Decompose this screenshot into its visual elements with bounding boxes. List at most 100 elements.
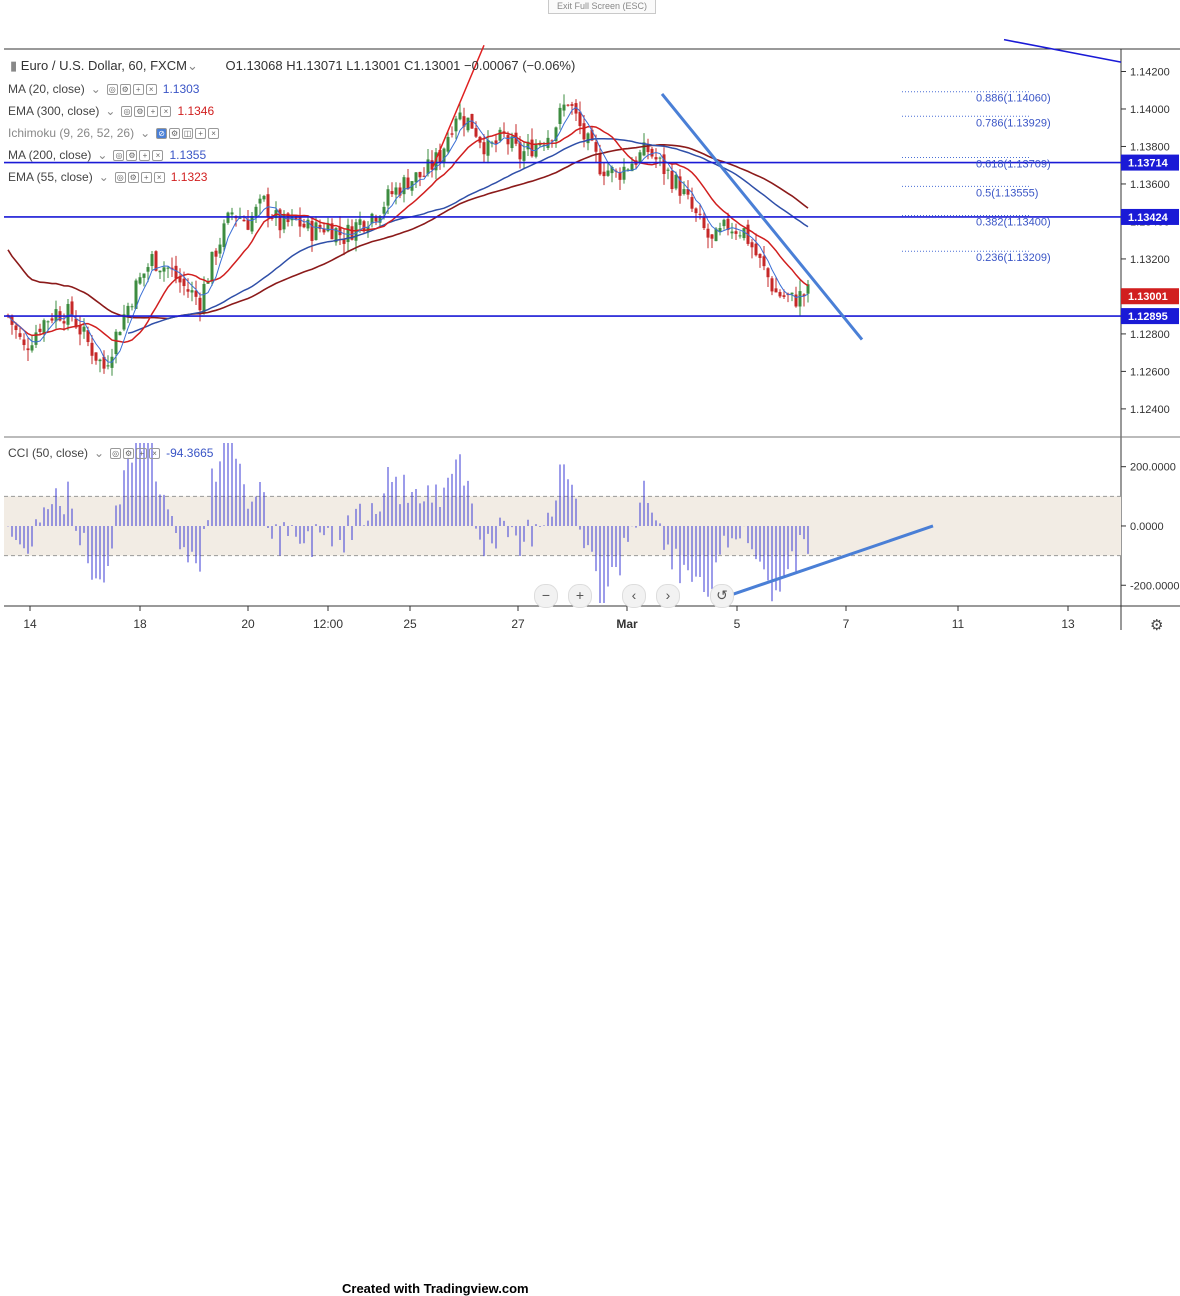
candle-body bbox=[754, 243, 758, 256]
candle-body bbox=[242, 219, 246, 222]
zoom-in-button[interactable]: + bbox=[568, 584, 592, 608]
candle-body bbox=[706, 228, 710, 238]
legend-controls[interactable]: ◎ ⚙ + × bbox=[121, 105, 172, 117]
candle-body bbox=[90, 342, 94, 356]
time-tick-label: 11 bbox=[952, 617, 965, 631]
candle-body bbox=[474, 128, 478, 137]
candle-body bbox=[506, 135, 510, 145]
candle-body bbox=[262, 195, 266, 200]
legend-controls[interactable]: ◎ ⚙ + × bbox=[106, 83, 157, 95]
candle-body bbox=[426, 159, 430, 174]
candle-body bbox=[698, 213, 702, 215]
candle-body bbox=[730, 231, 734, 234]
candle-body bbox=[710, 234, 714, 239]
indicator-legend-ma200[interactable]: MA (200, close) ⌄ ◎ ⚙ + × 1.1355 bbox=[8, 148, 206, 162]
candle-body bbox=[254, 206, 258, 216]
candle-body bbox=[94, 352, 98, 361]
reset-chart-button[interactable]: ↺ bbox=[710, 584, 734, 608]
candle-body bbox=[498, 129, 502, 141]
candle-body bbox=[790, 292, 794, 295]
candle-body bbox=[50, 318, 54, 321]
indicator-legend-cci[interactable]: CCI (50, close) ⌄ ◎ ⚙ + × -94.3665 bbox=[8, 446, 213, 460]
candle-body bbox=[422, 175, 426, 177]
candle-body bbox=[666, 169, 670, 171]
price-tick-label: 1.14200 bbox=[1130, 66, 1170, 78]
price-tick-label: 1.13200 bbox=[1130, 254, 1170, 266]
candle-body bbox=[558, 107, 562, 124]
candle-body bbox=[218, 244, 222, 254]
candle-body bbox=[382, 206, 386, 214]
price-label-text: 1.13424 bbox=[1128, 212, 1169, 224]
indicator-legend-ema55[interactable]: EMA (55, close) ⌄ ◎ ⚙ + × 1.1323 bbox=[8, 170, 207, 184]
candle-body bbox=[354, 222, 358, 241]
candle-body bbox=[394, 187, 398, 195]
candle-body bbox=[78, 325, 82, 335]
candle-body bbox=[722, 219, 726, 227]
candle-body bbox=[762, 256, 766, 267]
candle-body bbox=[182, 278, 186, 287]
candle-body bbox=[18, 333, 22, 337]
candle-body bbox=[798, 291, 802, 307]
legend-controls[interactable]: ◎ ⚙ + × bbox=[110, 447, 161, 459]
candle-body bbox=[482, 142, 486, 155]
candle-body bbox=[466, 117, 470, 131]
candle-body bbox=[98, 359, 102, 362]
candle-body bbox=[402, 177, 406, 195]
ema300-line bbox=[127, 137, 809, 334]
candle-body bbox=[46, 321, 50, 323]
indicator-legend-ema300[interactable]: EMA (300, close) ⌄ ◎ ⚙ + × 1.1346 bbox=[8, 104, 214, 118]
candle-body bbox=[602, 171, 606, 177]
candle-body bbox=[130, 306, 134, 308]
candle-body bbox=[346, 224, 350, 243]
candle-body bbox=[586, 133, 590, 144]
candle-body bbox=[310, 220, 314, 241]
gear-icon[interactable]: ⚙ bbox=[1150, 616, 1163, 634]
zoom-out-button[interactable]: − bbox=[534, 584, 558, 608]
candle-body bbox=[758, 253, 762, 258]
candle-body bbox=[30, 345, 34, 351]
settings-small-icon[interactable]: ▮ bbox=[10, 58, 17, 73]
time-tick-label: 18 bbox=[133, 617, 147, 631]
candle-body bbox=[562, 104, 566, 111]
symbol-header: ▮ Euro / U.S. Dollar, 60, FXCM⌄ O1.13068… bbox=[10, 58, 576, 73]
candle-body bbox=[702, 216, 706, 229]
candle-body bbox=[42, 320, 46, 334]
time-tick-label: 5 bbox=[734, 617, 741, 631]
candle-body bbox=[734, 231, 738, 234]
price-label-text: 1.13714 bbox=[1128, 158, 1169, 170]
candle-body bbox=[362, 221, 366, 231]
candle-body bbox=[522, 151, 526, 161]
legend-controls[interactable]: ◎ ⚙ + × bbox=[113, 149, 164, 161]
price-tick-label: 1.12400 bbox=[1130, 404, 1170, 416]
candle-body bbox=[214, 250, 218, 257]
scroll-right-button[interactable]: › bbox=[656, 584, 680, 608]
candle-body bbox=[246, 219, 250, 230]
candle-body bbox=[186, 289, 190, 292]
scroll-left-button[interactable]: ‹ bbox=[622, 584, 646, 608]
candle-body bbox=[174, 265, 178, 279]
indicator-legend-ma20[interactable]: MA (20, close) ⌄ ◎ ⚙ + × 1.1303 bbox=[8, 82, 199, 96]
symbol-title[interactable]: Euro / U.S. Dollar, 60, FXCM bbox=[21, 58, 187, 73]
fib-level-label: 0.786(1.13929) bbox=[976, 117, 1051, 129]
candle-body bbox=[138, 277, 142, 284]
candle-body bbox=[570, 104, 574, 106]
candle-body bbox=[118, 331, 122, 336]
ma20-line bbox=[7, 106, 809, 363]
candle-body bbox=[266, 194, 270, 217]
indicator-legend-ichimoku[interactable]: Ichimoku (9, 26, 52, 26) ⌄ ⊘ ⚙ ◫ + × bbox=[8, 126, 220, 140]
candle-body bbox=[406, 177, 410, 190]
legend-controls[interactable]: ◎ ⚙ + × bbox=[114, 171, 165, 183]
fib-level-label: 0.382(1.13400) bbox=[976, 216, 1051, 228]
legend-controls[interactable]: ⊘ ⚙ ◫ + × bbox=[156, 127, 220, 139]
cci-tick-label: 200.0000 bbox=[1130, 462, 1176, 474]
candle-body bbox=[202, 283, 206, 313]
candle-body bbox=[770, 278, 774, 292]
candle-body bbox=[390, 191, 394, 195]
time-tick-label: Mar bbox=[616, 617, 638, 631]
candle-body bbox=[142, 273, 146, 278]
candle-body bbox=[418, 171, 422, 178]
candle-body bbox=[198, 297, 202, 311]
candle-body bbox=[458, 112, 462, 120]
price-label-text: 1.13001 bbox=[1128, 291, 1168, 303]
candle-body bbox=[622, 166, 626, 180]
